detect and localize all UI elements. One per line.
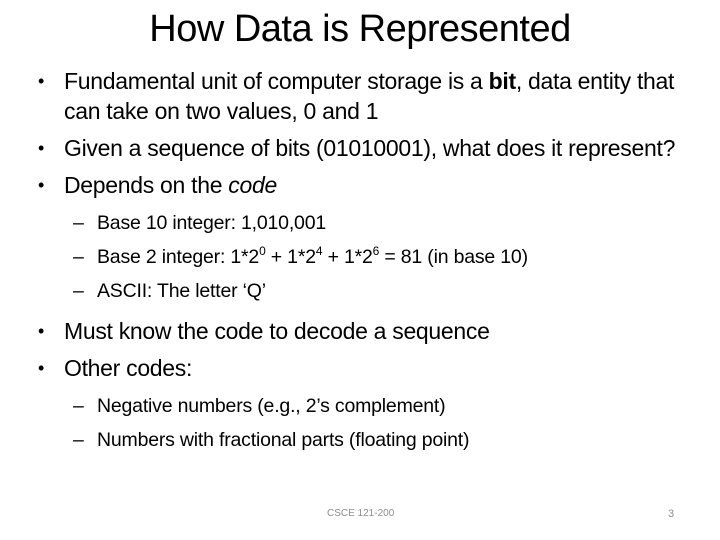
footer-course: CSCE 121-200 xyxy=(327,508,395,519)
sub-item-negative-numbers: – Negative numbers (e.g., 2’s complement… xyxy=(64,394,678,419)
sub-item-text: Base 2 integer: 1*20 + 1*24 + 1*26 = 81 … xyxy=(97,243,528,269)
exponent: 0 xyxy=(259,243,266,258)
bullet-text: Depends on the xyxy=(64,172,229,198)
formula-part: = 81 (in base 10) xyxy=(379,246,528,268)
sub-item-ascii: – ASCII: The letter ‘Q’ xyxy=(64,279,678,304)
bold-term-bit: bit xyxy=(488,68,517,94)
bullet-icon: • xyxy=(38,321,45,341)
exponent: 4 xyxy=(315,243,323,258)
sub-list-code-examples: – Base 10 integer: 1,010,001 – Base 2 in… xyxy=(64,211,678,304)
italic-term-code: code xyxy=(228,172,277,198)
bullet-item-sequence-question: • Given a sequence of bits (01010001), w… xyxy=(38,133,678,163)
dash-icon: – xyxy=(73,429,84,451)
bullet-icon: • xyxy=(38,71,45,91)
bullet-item-depends-on-code: • Depends on the code – Base 10 integer:… xyxy=(38,170,678,304)
sub-list-other-codes: – Negative numbers (e.g., 2’s complement… xyxy=(64,394,678,453)
formula-part: + 1*2 xyxy=(322,246,373,268)
sub-item-text: Negative numbers (e.g., 2’s complement) xyxy=(97,395,446,417)
formula-part: Base 2 integer: 1*2 xyxy=(97,246,260,268)
bullet-text: Fundamental unit of computer storage is … xyxy=(64,68,489,94)
bullet-item-bit-definition: • Fundamental unit of computer storage i… xyxy=(38,66,678,126)
sub-item-text: Numbers with fractional parts (floating … xyxy=(97,429,470,451)
dash-icon: – xyxy=(73,246,84,268)
sub-item-floating-point: – Numbers with fractional parts (floatin… xyxy=(64,428,678,453)
bullet-text: Other codes: xyxy=(64,355,193,381)
formula-part: + 1*2 xyxy=(265,246,316,268)
sub-item-base2: – Base 2 integer: 1*20 + 1*24 + 1*26 = 8… xyxy=(64,245,678,270)
exponent: 6 xyxy=(372,243,380,258)
dash-icon: – xyxy=(73,280,84,302)
bullet-item-must-know-code: • Must know the code to decode a sequenc… xyxy=(38,316,678,346)
dash-icon: – xyxy=(73,395,84,417)
bullet-icon: • xyxy=(38,358,45,378)
sub-item-base10: – Base 10 integer: 1,010,001 xyxy=(64,211,678,236)
bullet-list: • Fundamental unit of computer storage i… xyxy=(38,66,678,465)
dash-icon: – xyxy=(73,212,84,234)
sub-item-text: ASCII: The letter ‘Q’ xyxy=(97,280,266,302)
slide-title: How Data is Represented xyxy=(149,8,571,50)
bullet-icon: • xyxy=(38,138,45,158)
bullet-text: Must know the code to decode a sequence xyxy=(64,318,490,344)
bullet-text: Given a sequence of bits (01010001), wha… xyxy=(64,135,676,161)
bullet-item-other-codes: • Other codes: – Negative numbers (e.g.,… xyxy=(38,353,678,453)
sub-item-text: Base 10 integer: 1,010,001 xyxy=(97,212,326,234)
footer-page-number: 3 xyxy=(668,508,675,520)
bullet-icon: • xyxy=(38,175,45,195)
